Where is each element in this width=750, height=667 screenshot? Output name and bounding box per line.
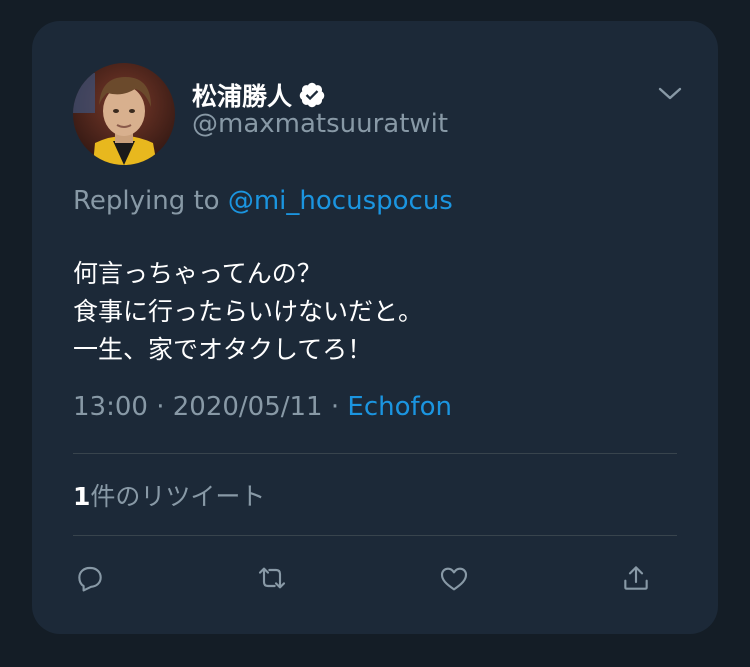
reply-icon[interactable] (70, 558, 110, 598)
divider (73, 535, 677, 536)
tweet-date[interactable]: 2020/05/11 (173, 392, 323, 422)
replying-to-line: Replying to @mi_hocuspocus (73, 186, 453, 216)
user-handle[interactable]: @maxmatsuuratwit (192, 109, 448, 139)
tweet-meta: 13:00 · 2020/05/11 · Echofon (73, 392, 452, 422)
share-icon[interactable] (616, 558, 656, 598)
meta-separator: · (330, 392, 340, 422)
display-name[interactable]: 松浦勝人 (192, 77, 292, 113)
tweet-text-line: 何言っちゃってんの？ (73, 259, 322, 288)
meta-separator: · (156, 392, 165, 422)
verified-badge-icon (298, 81, 326, 109)
tweet-text: 何言っちゃってんの？ 食事に行ったらいけないだと。 一生、家でオタクしてろ！ (73, 255, 673, 369)
chevron-down-icon[interactable] (654, 77, 686, 109)
retweet-icon[interactable] (252, 558, 292, 598)
heart-icon[interactable] (434, 558, 474, 598)
tweet-text-line: 一生、家でオタクしてろ！ (73, 335, 373, 364)
retweet-stats[interactable]: 1件のリツイート (73, 477, 265, 513)
divider (73, 453, 677, 454)
reply-mention-link[interactable]: @mi_hocuspocus (228, 186, 453, 216)
tweet-card: 松浦勝人 @maxmatsuuratwit Replying to @mi_ho… (32, 21, 718, 634)
retweet-label: 件のリツイート (90, 482, 266, 511)
replying-to-label: Replying to (73, 186, 220, 216)
avatar[interactable] (73, 63, 175, 165)
tweet-source-link[interactable]: Echofon (347, 392, 452, 422)
retweet-count: 1 (73, 482, 91, 511)
tweet-time[interactable]: 13:00 (73, 392, 148, 422)
tweet-text-line: 食事に行ったらいけないだと。 (73, 297, 424, 326)
